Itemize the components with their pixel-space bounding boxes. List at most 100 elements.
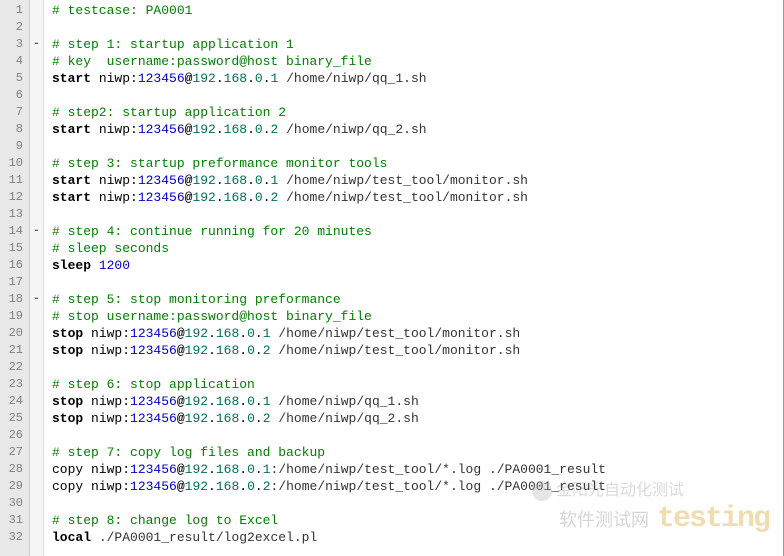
token-plain: . <box>239 462 247 477</box>
code-line[interactable]: stop niwp:123456@192.168.0.1 /home/niwp/… <box>52 325 783 342</box>
token-ip: 1 <box>263 462 271 477</box>
code-line[interactable]: # step 7: copy log files and backup <box>52 444 783 461</box>
token-keyword: start <box>52 71 91 86</box>
token-ip: 168 <box>216 411 239 426</box>
code-line[interactable] <box>52 359 783 376</box>
code-line[interactable]: start niwp:123456@192.168.0.2 /home/niwp… <box>52 121 783 138</box>
code-line[interactable]: copy niwp:123456@192.168.0.1:/home/niwp/… <box>52 461 783 478</box>
token-ip: 168 <box>216 394 239 409</box>
token-comment: # step 5: stop monitoring preformance <box>52 292 341 307</box>
code-line[interactable]: # step 4: continue running for 20 minute… <box>52 223 783 240</box>
line-number: 20 <box>0 325 29 342</box>
code-line[interactable]: # step 5: stop monitoring preformance <box>52 291 783 308</box>
token-plain: . <box>263 190 271 205</box>
line-number: 16 <box>0 257 29 274</box>
line-number: 15 <box>0 240 29 257</box>
token-plain: . <box>208 343 216 358</box>
fold-marker <box>30 257 43 274</box>
fold-marker <box>30 444 43 461</box>
token-ip: 2 <box>263 343 271 358</box>
code-line[interactable]: local ./PA0001_result/log2excel.pl <box>52 529 783 546</box>
line-number: 28 <box>0 461 29 478</box>
fold-marker <box>30 206 43 223</box>
code-line[interactable]: copy niwp:123456@192.168.0.2:/home/niwp/… <box>52 478 783 495</box>
code-line[interactable]: start niwp:123456@192.168.0.1 /home/niwp… <box>52 172 783 189</box>
token-keyword: sleep <box>52 258 91 273</box>
token-ip: 0 <box>247 462 255 477</box>
token-ip: 192 <box>185 326 208 341</box>
code-line[interactable] <box>52 495 783 512</box>
token-ip: 192 <box>185 462 208 477</box>
token-plain: . <box>255 411 263 426</box>
token-plain: . <box>263 71 271 86</box>
token-comment: # step 1: startup application 1 <box>52 37 294 52</box>
token-plain: niwp: <box>91 122 138 137</box>
token-ip: 0 <box>247 326 255 341</box>
line-number: 14 <box>0 223 29 240</box>
token-ip: 0 <box>255 71 263 86</box>
code-line[interactable] <box>52 87 783 104</box>
token-ip: 0 <box>255 190 263 205</box>
code-line[interactable]: # step 3: startup preformance monitor to… <box>52 155 783 172</box>
fold-marker[interactable]: - <box>30 291 43 308</box>
code-line[interactable] <box>52 206 783 223</box>
token-plain: . <box>239 411 247 426</box>
code-line[interactable]: # step2: startup application 2 <box>52 104 783 121</box>
token-plain: . <box>247 71 255 86</box>
token-path: ./PA0001_result/log2excel.pl <box>91 530 317 545</box>
token-keyword: start <box>52 190 91 205</box>
token-plain: . <box>208 479 216 494</box>
code-line[interactable]: # step 6: stop application <box>52 376 783 393</box>
code-line[interactable]: # step 1: startup application 1 <box>52 36 783 53</box>
code-line[interactable] <box>52 274 783 291</box>
fold-column[interactable]: - - - <box>30 0 44 556</box>
token-at: @ <box>177 411 185 426</box>
fold-marker[interactable]: - <box>30 223 43 240</box>
fold-marker[interactable]: - <box>30 36 43 53</box>
token-number: 1200 <box>99 258 130 273</box>
line-number: 8 <box>0 121 29 138</box>
code-area[interactable]: # testcase: PA0001 # step 1: startup appl… <box>44 0 784 556</box>
token-keyword: stop <box>52 326 83 341</box>
code-line[interactable]: stop niwp:123456@192.168.0.1 /home/niwp/… <box>52 393 783 410</box>
code-line[interactable] <box>52 138 783 155</box>
code-editor[interactable]: 1234567891011121314151617181920212223242… <box>0 0 784 556</box>
token-path: /home/niwp/test_tool/monitor.sh <box>271 326 521 341</box>
line-number: 27 <box>0 444 29 461</box>
code-line[interactable]: stop niwp:123456@192.168.0.2 /home/niwp/… <box>52 410 783 427</box>
code-line[interactable]: # stop username:password@host binary_fil… <box>52 308 783 325</box>
code-line[interactable] <box>52 427 783 444</box>
code-line[interactable] <box>52 19 783 36</box>
token-plain: . <box>208 326 216 341</box>
fold-marker <box>30 359 43 376</box>
token-plain: niwp: <box>91 190 138 205</box>
line-number: 21 <box>0 342 29 359</box>
token-plain: . <box>239 326 247 341</box>
token-plain: niwp: <box>83 326 130 341</box>
code-line[interactable]: # testcase: PA0001 <box>52 2 783 19</box>
token-path: /home/niwp/qq_1.sh <box>278 71 426 86</box>
token-ip: 1 <box>263 326 271 341</box>
fold-marker <box>30 376 43 393</box>
token-comment: # sleep seconds <box>52 241 169 256</box>
code-line[interactable]: sleep 1200 <box>52 257 783 274</box>
fold-marker <box>30 2 43 19</box>
fold-marker <box>30 461 43 478</box>
code-line[interactable]: # key username:password@host binary_file <box>52 53 783 70</box>
line-number: 24 <box>0 393 29 410</box>
code-line[interactable]: start niwp:123456@192.168.0.2 /home/niwp… <box>52 189 783 206</box>
token-plain: niwp: <box>83 411 130 426</box>
code-line[interactable]: start niwp:123456@192.168.0.1 /home/niwp… <box>52 70 783 87</box>
code-line[interactable]: # sleep seconds <box>52 240 783 257</box>
line-number: 4 <box>0 53 29 70</box>
token-plain: . <box>216 71 224 86</box>
line-number: 9 <box>0 138 29 155</box>
token-plain: . <box>247 173 255 188</box>
line-number: 17 <box>0 274 29 291</box>
token-plain: . <box>255 462 263 477</box>
code-line[interactable]: stop niwp:123456@192.168.0.2 /home/niwp/… <box>52 342 783 359</box>
token-number: 123456 <box>130 462 177 477</box>
code-line[interactable]: # step 8: change log to Excel <box>52 512 783 529</box>
token-number: 123456 <box>138 190 185 205</box>
line-number: 19 <box>0 308 29 325</box>
